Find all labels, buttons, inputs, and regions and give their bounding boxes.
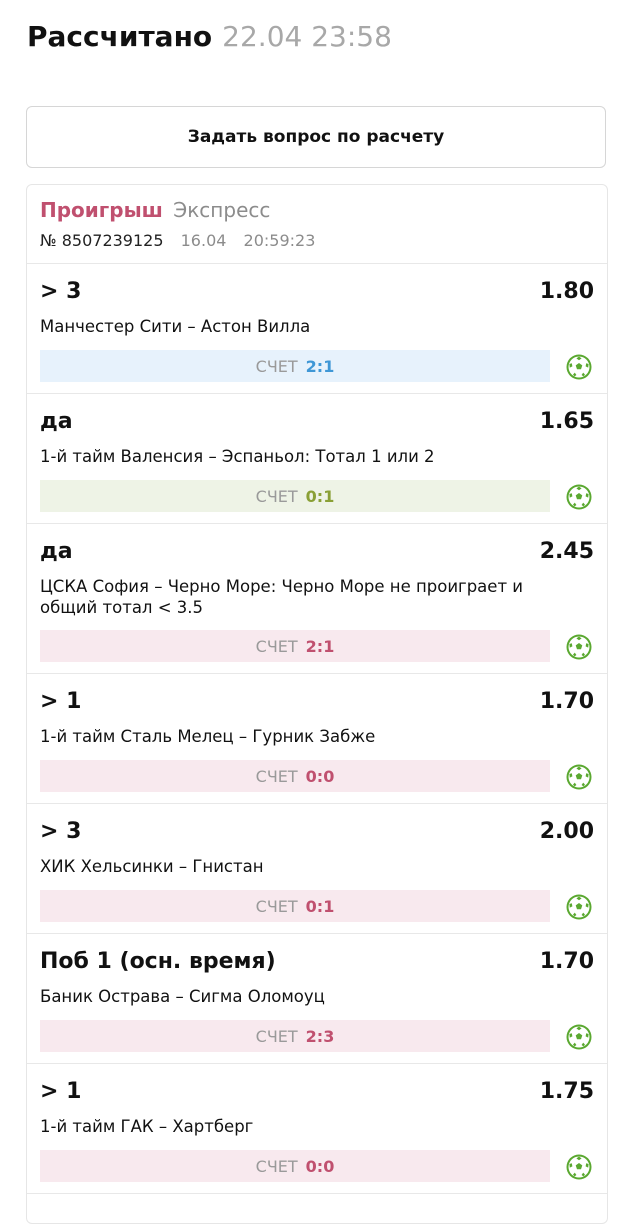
score-label: СЧЕТ: [255, 1026, 298, 1046]
event-outcome: > 3: [40, 279, 82, 304]
event-row[interactable]: > 1 1.75 1-й тайм ГАК – Хартберг СЧЕТ 0:…: [27, 1064, 607, 1194]
ask-question-button[interactable]: Задать вопрос по расчету: [26, 106, 606, 168]
score-value: 0:0: [305, 766, 335, 786]
score-label: СЧЕТ: [255, 1156, 298, 1176]
score-bar: СЧЕТ 2:1: [40, 350, 550, 382]
settled-datetime: 22.04 23:58: [222, 20, 392, 53]
event-odds: 1.70: [539, 949, 594, 974]
bet-status: Проигрыш: [40, 198, 163, 222]
bet-status-line: Проигрыш Экспресс: [40, 197, 594, 223]
bet-number: № 8507239125: [40, 231, 164, 250]
event-row[interactable]: да 1.65 1-й тайм Валенсия – Эспаньол: То…: [27, 394, 607, 524]
football-icon: [566, 894, 592, 920]
event-outcome: > 1: [40, 1079, 82, 1104]
event-row[interactable]: > 1 1.70 1-й тайм Сталь Мелец – Гурник З…: [27, 674, 607, 804]
score-bar: СЧЕТ 0:1: [40, 890, 550, 922]
score-value: 2:3: [305, 1026, 335, 1046]
event-odds: 1.75: [539, 1079, 594, 1104]
page-title: Рассчитано: [27, 20, 213, 53]
score-bar: СЧЕТ 0:0: [40, 760, 550, 792]
event-row[interactable]: Поб 1 (осн. время) 1.70 Баник Острава – …: [27, 934, 607, 1064]
event-odds: 1.65: [539, 409, 594, 434]
score-bar: СЧЕТ 2:1: [40, 630, 550, 662]
event-outcome: да: [40, 539, 73, 564]
event-match: 1-й тайм ГАК – Хартберг: [40, 1117, 254, 1136]
score-label: СЧЕТ: [255, 636, 298, 656]
event-odds: 1.70: [539, 689, 594, 714]
event-outcome: > 3: [40, 819, 82, 844]
event-odds: 2.00: [539, 819, 594, 844]
event-match: 1-й тайм Валенсия – Эспаньол: Тотал 1 ил…: [40, 447, 435, 466]
football-icon: [566, 1024, 592, 1050]
event-outcome: да: [40, 409, 73, 434]
football-icon: [566, 1154, 592, 1180]
score-value: 0:1: [305, 896, 335, 916]
bet-header: Проигрыш Экспресс № 8507239125 16.04 20:…: [27, 185, 607, 264]
bet-date: 16.04: [180, 231, 227, 250]
score-value: 2:1: [305, 356, 335, 376]
football-icon: [566, 764, 592, 790]
score-bar: СЧЕТ 0:1: [40, 480, 550, 512]
score-value: 0:0: [305, 1156, 335, 1176]
bet-card: Проигрыш Экспресс № 8507239125 16.04 20:…: [26, 184, 608, 1224]
event-row[interactable]: да 2.45 ЦСКА София – Черно Море: Черно М…: [27, 524, 607, 674]
event-match: Манчестер Сити – Астон Вилла: [40, 317, 311, 336]
score-label: СЧЕТ: [255, 766, 298, 786]
score-value: 2:1: [305, 636, 335, 656]
bet-time: 20:59:23: [243, 231, 316, 250]
event-outcome: > 1: [40, 689, 82, 714]
score-label: СЧЕТ: [255, 486, 298, 506]
event-outcome: Поб 1 (осн. время): [40, 949, 276, 974]
event-match: ЦСКА София – Черно Море: Черно Море не п…: [40, 577, 524, 617]
score-value: 0:1: [305, 486, 335, 506]
football-icon: [566, 634, 592, 660]
score-bar: СЧЕТ 2:3: [40, 1020, 550, 1052]
event-row[interactable]: > 3 1.80 Манчестер Сити – Астон Вилла СЧ…: [27, 264, 607, 394]
event-odds: 1.80: [539, 279, 594, 304]
bet-type: Экспресс: [173, 198, 271, 222]
score-label: СЧЕТ: [255, 356, 298, 376]
score-bar: СЧЕТ 0:0: [40, 1150, 550, 1182]
event-match: 1-й тайм Сталь Мелец – Гурник Забже: [40, 727, 376, 746]
event-row[interactable]: > 3 2.00 ХИК Хельсинки – Гнистан СЧЕТ 0:…: [27, 804, 607, 934]
score-label: СЧЕТ: [255, 896, 298, 916]
page-header: Рассчитано 22.04 23:58: [27, 20, 392, 60]
bet-meta: № 8507239125 16.04 20:59:23: [40, 231, 594, 251]
event-match: Баник Острава – Сигма Оломоуц: [40, 987, 325, 1006]
football-icon: [566, 484, 592, 510]
event-match: ХИК Хельсинки – Гнистан: [40, 857, 264, 876]
football-icon: [566, 354, 592, 380]
event-odds: 2.45: [539, 539, 594, 564]
